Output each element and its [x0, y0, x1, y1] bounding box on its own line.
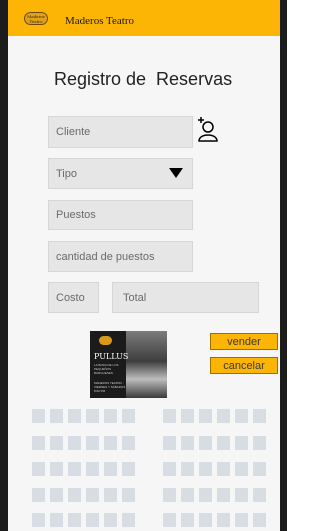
seat[interactable]	[104, 409, 117, 423]
seat[interactable]	[217, 409, 230, 423]
seat[interactable]	[181, 488, 194, 502]
tipo-placeholder: Tipo	[56, 167, 77, 180]
puestos-placeholder: Puestos	[56, 209, 96, 221]
seat[interactable]	[235, 488, 248, 502]
seat[interactable]	[32, 436, 45, 450]
cliente-placeholder: Cliente	[56, 126, 91, 138]
seat[interactable]	[199, 513, 212, 527]
seat[interactable]	[50, 488, 63, 502]
seat[interactable]	[235, 409, 248, 423]
poster-footer: MADEROS TEATRO · VIERNES Y SÁBADOS 8:00 …	[94, 381, 126, 393]
seat[interactable]	[32, 513, 45, 527]
seat[interactable]	[50, 436, 63, 450]
seat[interactable]	[50, 513, 63, 527]
seat[interactable]	[235, 462, 248, 476]
seat[interactable]	[235, 436, 248, 450]
seat[interactable]	[217, 513, 230, 527]
right-frame	[280, 0, 287, 531]
seat[interactable]	[253, 488, 266, 502]
seat[interactable]	[181, 436, 194, 450]
seat[interactable]	[68, 462, 81, 476]
seat[interactable]	[217, 436, 230, 450]
costo-label: Costo	[48, 282, 99, 313]
app-window: Maderos Teatro Maderos Teatro Registro d…	[8, 0, 280, 531]
app-header: Maderos Teatro Maderos Teatro	[8, 0, 280, 36]
cliente-field[interactable]: Cliente	[48, 116, 193, 148]
cantidad-placeholder: cantidad de puestos	[56, 250, 155, 263]
seat[interactable]	[122, 409, 135, 423]
seat[interactable]	[199, 436, 212, 450]
seat[interactable]	[104, 513, 117, 527]
seat[interactable]	[217, 462, 230, 476]
poster-emblem	[99, 336, 112, 345]
seat[interactable]	[32, 488, 45, 502]
seat[interactable]	[253, 462, 266, 476]
seat[interactable]	[122, 488, 135, 502]
poster-title: PULLUS	[94, 352, 129, 361]
seat[interactable]	[122, 462, 135, 476]
seat[interactable]	[181, 409, 194, 423]
total-field[interactable]: Total	[112, 282, 259, 313]
seat[interactable]	[199, 409, 212, 423]
seat[interactable]	[86, 513, 99, 527]
seat[interactable]	[235, 513, 248, 527]
seat[interactable]	[86, 462, 99, 476]
seat[interactable]	[104, 462, 117, 476]
vender-button[interactable]: vender	[210, 333, 278, 350]
seat[interactable]	[181, 513, 194, 527]
seat[interactable]	[68, 436, 81, 450]
seat[interactable]	[122, 513, 135, 527]
poster-subtitle: LA BODA DE LOS PEQUEÑOS BURGUESES	[94, 363, 119, 375]
add-user-icon[interactable]	[196, 117, 220, 143]
app-title: Maderos Teatro	[65, 15, 134, 27]
seat[interactable]	[253, 409, 266, 423]
seat[interactable]	[199, 488, 212, 502]
seat[interactable]	[50, 462, 63, 476]
puestos-field[interactable]: Puestos	[48, 200, 193, 230]
seat[interactable]	[199, 462, 212, 476]
seat[interactable]	[253, 513, 266, 527]
seat[interactable]	[163, 409, 176, 423]
seat[interactable]	[68, 488, 81, 502]
seat[interactable]	[86, 409, 99, 423]
seat[interactable]	[181, 462, 194, 476]
logo-text: Maderos Teatro	[27, 14, 45, 24]
left-frame	[0, 0, 8, 531]
seat[interactable]	[163, 436, 176, 450]
seat[interactable]	[50, 409, 63, 423]
tipo-select[interactable]: Tipo	[48, 158, 193, 189]
seat[interactable]	[68, 409, 81, 423]
cancelar-button[interactable]: cancelar	[210, 357, 278, 374]
seat[interactable]	[217, 488, 230, 502]
seat[interactable]	[122, 436, 135, 450]
cantidad-puestos-field[interactable]: cantidad de puestos	[48, 241, 193, 272]
seat[interactable]	[86, 436, 99, 450]
total-placeholder: Total	[123, 291, 147, 304]
seat[interactable]	[163, 513, 176, 527]
seat[interactable]	[163, 488, 176, 502]
seat[interactable]	[253, 436, 266, 450]
caret-down-icon	[169, 168, 183, 178]
seat[interactable]	[68, 513, 81, 527]
poster-photo	[126, 331, 167, 398]
seat[interactable]	[86, 488, 99, 502]
seat[interactable]	[163, 462, 176, 476]
seat[interactable]	[32, 462, 45, 476]
seat[interactable]	[32, 409, 45, 423]
seat[interactable]	[104, 436, 117, 450]
seat[interactable]	[104, 488, 117, 502]
show-poster: PULLUS LA BODA DE LOS PEQUEÑOS BURGUESES…	[90, 331, 167, 398]
costo-text: Costo	[56, 291, 85, 304]
page-title: Registro de Reservas	[54, 69, 233, 89]
theater-logo: Maderos Teatro	[24, 12, 48, 25]
